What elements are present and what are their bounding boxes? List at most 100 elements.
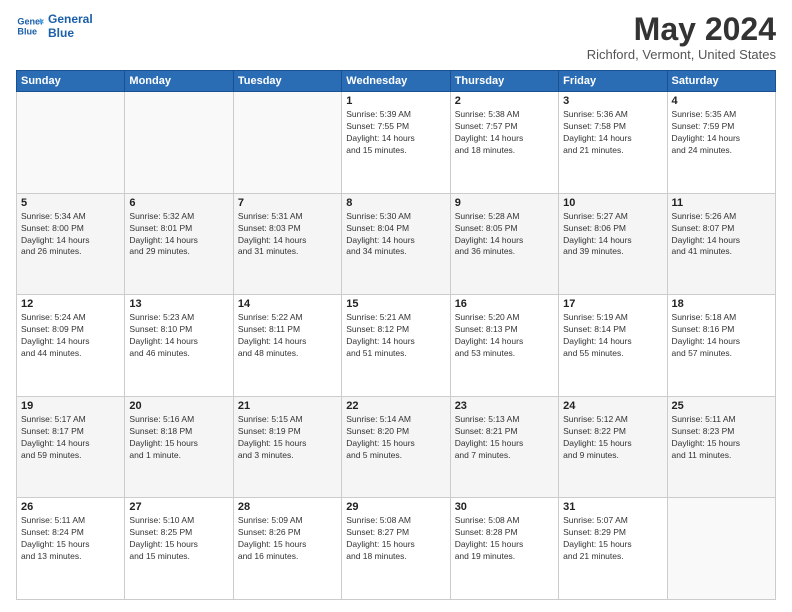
calendar-cell: 10Sunrise: 5:27 AM Sunset: 8:06 PM Dayli… [559, 193, 667, 295]
location: Richford, Vermont, United States [587, 47, 776, 62]
day-info: Sunrise: 5:08 AM Sunset: 8:27 PM Dayligh… [346, 515, 445, 563]
logo-line2: Blue [48, 26, 93, 40]
calendar-cell: 11 Sunrise: 5:26 AM Sunset: 8:07 PM Dayli… [667, 193, 775, 295]
day-number: 12 [21, 298, 120, 310]
day-info: Sunrise: 5:12 AM Sunset: 8:22 PM Dayligh… [563, 414, 662, 462]
week-row-3: 19 Sunrise: 5:17 AM Sunset: 8:17 PM Dayli… [17, 396, 776, 498]
svg-text:Blue: Blue [17, 26, 37, 36]
week-row-2: 12Sunrise: 5:24 AM Sunset: 8:09 PM Dayli… [17, 295, 776, 397]
calendar-cell: 16Sunrise: 5:20 AM Sunset: 8:13 PM Dayli… [450, 295, 558, 397]
day-number: 21 [238, 400, 337, 412]
day-number: 19 [21, 400, 120, 412]
day-number: 15 [346, 298, 445, 310]
calendar-body: 1 Sunrise: 5:39 AM Sunset: 7:55 PM Daylig… [17, 92, 776, 600]
day-info: Sunrise: 5:18 AM Sunset: 8:16 PM Dayligh… [672, 312, 771, 360]
calendar-cell: 31 Sunrise: 5:07 AM Sunset: 8:29 PM Dayli… [559, 498, 667, 600]
calendar-cell: 12Sunrise: 5:24 AM Sunset: 8:09 PM Dayli… [17, 295, 125, 397]
calendar-cell [667, 498, 775, 600]
day-number: 16 [455, 298, 554, 310]
calendar-cell: 2 Sunrise: 5:38 AM Sunset: 7:57 PM Daylig… [450, 92, 558, 194]
day-info: Sunrise: 5:07 AM Sunset: 8:29 PM Dayligh… [563, 515, 662, 563]
day-number: 2 [455, 95, 554, 107]
calendar-cell: 19 Sunrise: 5:17 AM Sunset: 8:17 PM Dayli… [17, 396, 125, 498]
day-number: 29 [346, 501, 445, 513]
day-number: 26 [21, 501, 120, 513]
day-info: Sunrise: 5:32 AM Sunset: 8:01 PM Dayligh… [129, 211, 228, 259]
calendar-cell: 14 Sunrise: 5:22 AM Sunset: 8:11 PM Dayli… [233, 295, 341, 397]
header: General Blue General Blue May 2024 Richf… [16, 12, 776, 62]
calendar-cell: 20Sunrise: 5:16 AM Sunset: 8:18 PM Dayli… [125, 396, 233, 498]
calendar-cell: 7 Sunrise: 5:31 AM Sunset: 8:03 PM Daylig… [233, 193, 341, 295]
calendar-cell: 4Sunrise: 5:35 AM Sunset: 7:59 PM Daylig… [667, 92, 775, 194]
day-number: 27 [129, 501, 228, 513]
month-title: May 2024 [587, 12, 776, 47]
calendar-cell: 25 Sunrise: 5:11 AM Sunset: 8:23 PM Dayli… [667, 396, 775, 498]
calendar-cell [233, 92, 341, 194]
calendar-table: SundayMondayTuesdayWednesdayThursdayFrid… [16, 70, 776, 600]
day-number: 3 [563, 95, 662, 107]
day-header-thursday: Thursday [450, 71, 558, 92]
day-number: 11 [672, 197, 771, 209]
day-info: Sunrise: 5:31 AM Sunset: 8:03 PM Dayligh… [238, 211, 337, 259]
day-info: Sunrise: 5:28 AM Sunset: 8:05 PM Dayligh… [455, 211, 554, 259]
calendar-cell: 23 Sunrise: 5:13 AM Sunset: 8:21 PM Dayli… [450, 396, 558, 498]
logo-line1: General [48, 12, 93, 26]
week-row-1: 5 Sunrise: 5:34 AM Sunset: 8:00 PM Daylig… [17, 193, 776, 295]
day-info: Sunrise: 5:10 AM Sunset: 8:25 PM Dayligh… [129, 515, 228, 563]
calendar-cell: 17 Sunrise: 5:19 AM Sunset: 8:14 PM Dayli… [559, 295, 667, 397]
calendar-cell: 3 Sunrise: 5:36 AM Sunset: 7:58 PM Daylig… [559, 92, 667, 194]
calendar-header: SundayMondayTuesdayWednesdayThursdayFrid… [17, 71, 776, 92]
calendar-cell: 21 Sunrise: 5:15 AM Sunset: 8:19 PM Dayli… [233, 396, 341, 498]
calendar-cell: 13 Sunrise: 5:23 AM Sunset: 8:10 PM Dayli… [125, 295, 233, 397]
day-info: Sunrise: 5:17 AM Sunset: 8:17 PM Dayligh… [21, 414, 120, 462]
day-info: Sunrise: 5:36 AM Sunset: 7:58 PM Dayligh… [563, 109, 662, 157]
day-info: Sunrise: 5:39 AM Sunset: 7:55 PM Dayligh… [346, 109, 445, 157]
day-info: Sunrise: 5:30 AM Sunset: 8:04 PM Dayligh… [346, 211, 445, 259]
day-number: 10 [563, 197, 662, 209]
day-number: 31 [563, 501, 662, 513]
day-info: Sunrise: 5:09 AM Sunset: 8:26 PM Dayligh… [238, 515, 337, 563]
week-row-0: 1 Sunrise: 5:39 AM Sunset: 7:55 PM Daylig… [17, 92, 776, 194]
day-info: Sunrise: 5:38 AM Sunset: 7:57 PM Dayligh… [455, 109, 554, 157]
day-header-sunday: Sunday [17, 71, 125, 92]
day-number: 8 [346, 197, 445, 209]
calendar-cell: 24 Sunrise: 5:12 AM Sunset: 8:22 PM Dayli… [559, 396, 667, 498]
day-info: Sunrise: 5:19 AM Sunset: 8:14 PM Dayligh… [563, 312, 662, 360]
day-info: Sunrise: 5:34 AM Sunset: 8:00 PM Dayligh… [21, 211, 120, 259]
day-info: Sunrise: 5:26 AM Sunset: 8:07 PM Dayligh… [672, 211, 771, 259]
calendar-cell: 1 Sunrise: 5:39 AM Sunset: 7:55 PM Daylig… [342, 92, 450, 194]
day-info: Sunrise: 5:35 AM Sunset: 7:59 PM Dayligh… [672, 109, 771, 157]
day-number: 14 [238, 298, 337, 310]
day-info: Sunrise: 5:22 AM Sunset: 8:11 PM Dayligh… [238, 312, 337, 360]
header-row: SundayMondayTuesdayWednesdayThursdayFrid… [17, 71, 776, 92]
calendar-cell: 5 Sunrise: 5:34 AM Sunset: 8:00 PM Daylig… [17, 193, 125, 295]
calendar-cell: 6Sunrise: 5:32 AM Sunset: 8:01 PM Daylig… [125, 193, 233, 295]
day-number: 20 [129, 400, 228, 412]
day-number: 9 [455, 197, 554, 209]
day-number: 17 [563, 298, 662, 310]
calendar-cell: 9 Sunrise: 5:28 AM Sunset: 8:05 PM Daylig… [450, 193, 558, 295]
calendar-cell [17, 92, 125, 194]
logo-icon: General Blue [16, 12, 44, 40]
day-number: 24 [563, 400, 662, 412]
day-number: 22 [346, 400, 445, 412]
day-header-friday: Friday [559, 71, 667, 92]
day-info: Sunrise: 5:11 AM Sunset: 8:23 PM Dayligh… [672, 414, 771, 462]
day-info: Sunrise: 5:15 AM Sunset: 8:19 PM Dayligh… [238, 414, 337, 462]
day-info: Sunrise: 5:23 AM Sunset: 8:10 PM Dayligh… [129, 312, 228, 360]
logo: General Blue General Blue [16, 12, 93, 40]
calendar-cell: 28 Sunrise: 5:09 AM Sunset: 8:26 PM Dayli… [233, 498, 341, 600]
day-info: Sunrise: 5:13 AM Sunset: 8:21 PM Dayligh… [455, 414, 554, 462]
day-number: 5 [21, 197, 120, 209]
day-header-wednesday: Wednesday [342, 71, 450, 92]
calendar-cell: 26Sunrise: 5:11 AM Sunset: 8:24 PM Dayli… [17, 498, 125, 600]
day-number: 1 [346, 95, 445, 107]
day-number: 23 [455, 400, 554, 412]
day-number: 7 [238, 197, 337, 209]
day-number: 28 [238, 501, 337, 513]
calendar-cell [125, 92, 233, 194]
day-number: 13 [129, 298, 228, 310]
day-number: 18 [672, 298, 771, 310]
day-number: 25 [672, 400, 771, 412]
title-block: May 2024 Richford, Vermont, United State… [587, 12, 776, 62]
